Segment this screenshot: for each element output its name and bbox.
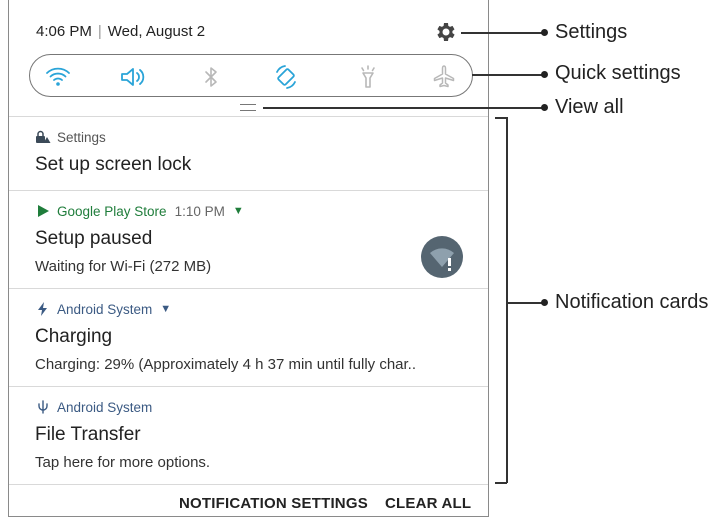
card-title: Set up screen lock [35,154,192,175]
bluetooth-icon[interactable] [197,63,225,91]
callout-notification-cards: Notification cards [555,291,709,313]
callout-dot-settings [541,29,548,36]
charging-bolt-icon [38,302,47,316]
callout-view-all: View all [555,96,624,118]
notification-card-play-store[interactable]: Google Play Store 1:10 PM ▼ Setup paused… [9,190,488,288]
status-time-date: 4:06 PM | Wed, August 2 [36,23,205,40]
notification-card-charging[interactable]: Android System ▼ Charging Charging: 29% … [9,288,488,386]
notification-settings-button[interactable]: NOTIFICATION SETTINGS [179,495,368,512]
callout-line-settings [461,32,543,34]
card-app-name: Settings [57,129,106,145]
card-title: Setup paused [35,228,153,249]
card-time: 1:10 PM [174,203,225,219]
callout-dot-quick-settings [541,71,548,78]
usb-icon [38,400,48,414]
callout-bracket-bottom [495,482,507,484]
callout-dot-notification-cards [541,299,548,306]
view-all-handle[interactable] [240,104,256,111]
auto-rotate-icon[interactable] [272,63,300,91]
callout-line-notification-cards [506,302,543,304]
status-date: Wed, August 2 [107,23,206,40]
card-header: Settings [35,129,106,145]
sound-icon[interactable] [118,63,146,91]
notification-footer: NOTIFICATION SETTINGS CLEAR ALL [9,484,488,518]
quick-settings-bar [29,54,473,97]
card-subtext: Waiting for Wi-Fi (272 MB) [35,258,212,275]
card-subtext: Charging: 29% (Approximately 4 h 37 min … [35,356,417,373]
airplane-mode-icon[interactable] [430,63,458,91]
callout-quick-settings: Quick settings [555,62,681,84]
wifi-icon[interactable] [44,63,72,91]
callout-bracket-side [506,117,508,483]
settings-gear-icon[interactable] [434,20,458,44]
lock-warning-icon [36,130,51,143]
status-separator: | [97,23,102,40]
status-time: 4:06 PM [36,23,92,40]
card-title: Charging [35,326,113,347]
callout-line-quick-settings [472,74,543,76]
notification-card-file-transfer[interactable]: Android System File Transfer Tap here fo… [9,386,488,484]
card-app-name: Android System [57,301,153,317]
card-app-name: Android System [57,399,153,415]
notification-cards: Settings Set up screen lock Google Play … [9,116,488,484]
wifi-warning-icon [421,236,463,278]
card-header: Google Play Store 1:10 PM ▼ [35,203,244,219]
card-header: Android System [35,399,152,415]
card-subtext: Tap here for more options. [35,454,211,471]
callout-dot-view-all [541,104,548,111]
card-title: File Transfer [35,424,141,445]
callout-settings: Settings [555,21,628,43]
flashlight-icon[interactable] [354,63,382,91]
status-bar: 4:06 PM | Wed, August 2 [9,0,488,50]
chevron-down-icon[interactable]: ▼ [233,205,244,217]
card-header: Android System ▼ [35,301,171,317]
callout-line-view-all [263,107,543,109]
clear-all-button[interactable]: CLEAR ALL [385,495,471,512]
chevron-down-icon[interactable]: ▼ [160,303,171,315]
card-app-name: Google Play Store [57,203,167,219]
notification-card-settings[interactable]: Settings Set up screen lock [9,116,488,190]
notification-panel: 4:06 PM | Wed, August 2 Settings Set up … [8,0,489,517]
play-store-icon [38,205,49,217]
